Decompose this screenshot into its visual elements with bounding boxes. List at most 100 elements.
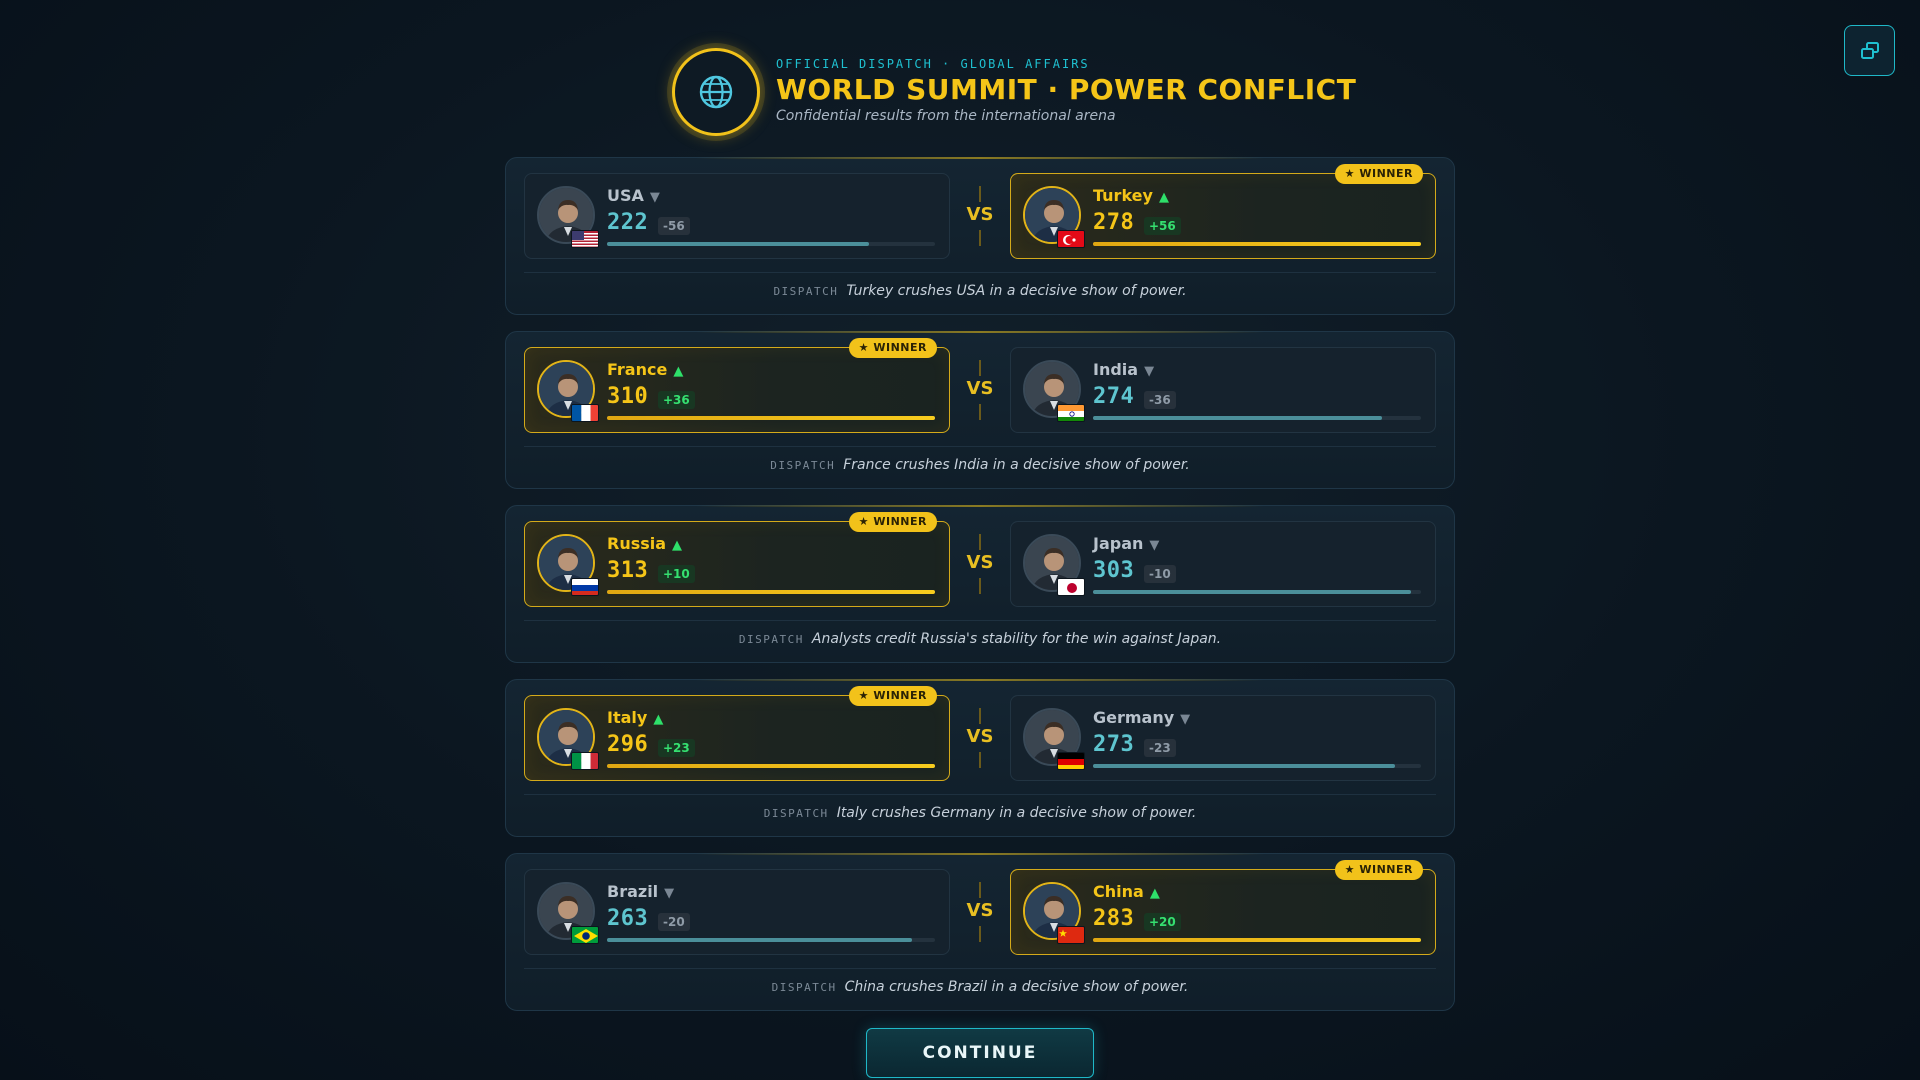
globe-emblem: [672, 48, 760, 136]
page-subtitle: Confidential results from the internatio…: [776, 108, 1116, 124]
header-kicker: OFFICIAL DISPATCH · GLOBAL AFFAIRS: [776, 57, 1090, 71]
score-delta-badge: +10: [658, 565, 695, 583]
dispatch-text: Italy crushes Germany in a decisive show…: [836, 805, 1197, 821]
china-flag-icon: [1057, 926, 1085, 944]
vs-divider-line: [979, 578, 981, 594]
usa-flag-icon: [571, 230, 599, 248]
power-bar: [607, 242, 935, 246]
country-card-russia[interactable]: ★ WINNER Russia ▲ 313 +10: [524, 512, 950, 607]
power-score: 278: [1093, 210, 1135, 235]
dispatch-tag: DISPATCH: [773, 285, 839, 298]
country-card-italy[interactable]: ★ WINNER Italy ▲ 296 +23: [524, 686, 950, 781]
country-card-india[interactable]: India ▼ 274 -36: [1010, 347, 1436, 433]
dispatch-text: China crushes Brazil in a decisive show …: [844, 979, 1189, 995]
country-card-france[interactable]: ★ WINNER France ▲ 310 +36: [524, 338, 950, 433]
power-bar: [1093, 764, 1421, 768]
vs-divider-line: [979, 534, 981, 550]
country-name: Germany ▼: [1093, 708, 1190, 727]
vs-label: VS: [966, 204, 994, 225]
score-delta-badge: +23: [658, 739, 695, 757]
power-bar-fill: [607, 242, 870, 246]
brazil-flag-icon: [571, 926, 599, 944]
window-toggle-button[interactable]: [1844, 25, 1895, 76]
score-delta-badge: +56: [1144, 217, 1181, 235]
score-delta-badge: +20: [1144, 913, 1181, 931]
country-name: Turkey ▲: [1093, 186, 1169, 205]
power-bar-fill: [1093, 242, 1421, 246]
vs-divider-line: [979, 404, 981, 420]
power-score: 274: [1093, 384, 1135, 409]
vs-divider-line: [979, 360, 981, 376]
vs-divider-line: [979, 752, 981, 768]
trend-down-icon: ▼: [649, 190, 660, 205]
winner-badge: ★ WINNER: [1334, 164, 1423, 184]
power-bar: [1093, 242, 1421, 246]
section-divider: [524, 620, 1436, 621]
power-score: 283: [1093, 906, 1135, 931]
power-bar-fill: [607, 416, 935, 420]
vs-divider-line: [979, 230, 981, 246]
vs-divider-line: [979, 186, 981, 202]
country-card-usa[interactable]: USA ▼ 222 -56: [524, 173, 950, 259]
power-score: 310: [607, 384, 649, 409]
country-card-china[interactable]: ★ WINNER China ▲ 283 +20: [1010, 860, 1436, 955]
india-flag-icon: [1057, 404, 1085, 422]
country-card-germany[interactable]: Germany ▼ 273 -23: [1010, 695, 1436, 781]
power-bar-fill: [1093, 590, 1412, 594]
power-bar: [607, 416, 935, 420]
germany-flag-icon: [1057, 752, 1085, 770]
section-divider: [524, 272, 1436, 273]
score-delta-badge: -20: [658, 913, 690, 931]
power-bar: [607, 938, 935, 942]
country-name-text: Italy: [607, 708, 648, 727]
trend-up-icon: ▲: [673, 364, 684, 379]
score-delta-badge: -10: [1144, 565, 1176, 583]
dispatch-text: Analysts credit Russia's stability for t…: [811, 631, 1222, 647]
power-score: 263: [607, 906, 649, 931]
power-score: 222: [607, 210, 649, 235]
vs-divider-line: [979, 708, 981, 724]
country-name: Japan ▼: [1093, 534, 1159, 553]
winner-badge: ★ WINNER: [1334, 860, 1423, 880]
power-bar-fill: [1093, 938, 1421, 942]
dispatch-text: Turkey crushes USA in a decisive show of…: [846, 283, 1187, 299]
continue-button[interactable]: CONTINUE: [866, 1028, 1094, 1078]
power-score: 273: [1093, 732, 1135, 757]
country-name-text: India: [1093, 360, 1139, 379]
power-bar-fill: [607, 590, 935, 594]
country-name: India ▼: [1093, 360, 1154, 379]
score-delta-badge: +36: [658, 391, 695, 409]
match-panel: Brazil ▼ 263 -20 ★ WINNER China ▲ 283 +20 VS DISPA…: [505, 853, 1455, 1011]
trend-down-icon: ▼: [664, 886, 675, 901]
country-name: USA ▼: [607, 186, 660, 205]
score-delta-badge: -23: [1144, 739, 1176, 757]
winner-badge: ★ WINNER: [848, 686, 937, 706]
section-divider: [524, 446, 1436, 447]
country-card-brazil[interactable]: Brazil ▼ 263 -20: [524, 869, 950, 955]
turkey-flag-icon: [1057, 230, 1085, 248]
vs-label: VS: [966, 378, 994, 399]
vs-divider-line: [979, 926, 981, 942]
dispatch-message: DISPATCH France crushes India in a decisi…: [506, 457, 1454, 473]
country-card-japan[interactable]: Japan ▼ 303 -10: [1010, 521, 1436, 607]
winner-badge: ★ WINNER: [848, 512, 937, 532]
power-score: 296: [607, 732, 649, 757]
winner-badge: ★ WINNER: [848, 338, 937, 358]
page-header: OFFICIAL DISPATCH · GLOBAL AFFAIRS WORLD…: [672, 46, 1372, 138]
power-bar-fill: [1093, 416, 1382, 420]
japan-flag-icon: [1057, 578, 1085, 596]
power-score: 313: [607, 558, 649, 583]
trend-down-icon: ▼: [1149, 538, 1160, 553]
trend-up-icon: ▲: [1158, 190, 1169, 205]
country-name-text: USA: [607, 186, 644, 205]
globe-icon: [699, 75, 733, 109]
country-name-text: France: [607, 360, 668, 379]
dispatch-message: DISPATCH China crushes Brazil in a decisi…: [506, 979, 1454, 995]
dispatch-tag: DISPATCH: [763, 807, 829, 820]
vs-label: VS: [966, 552, 994, 573]
country-card-turkey[interactable]: ★ WINNER Turkey ▲ 278 +56: [1010, 164, 1436, 259]
trend-down-icon: ▼: [1180, 712, 1191, 727]
power-bar: [1093, 938, 1421, 942]
country-name-text: Turkey: [1093, 186, 1153, 205]
power-bar: [607, 764, 935, 768]
